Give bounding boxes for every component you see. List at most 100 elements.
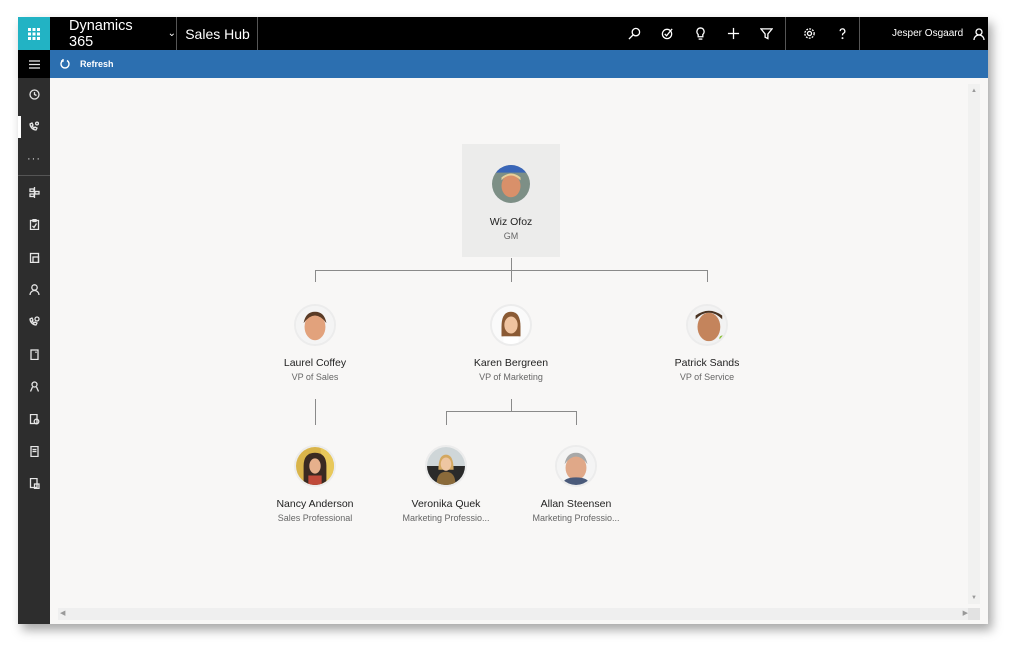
avatar: [294, 445, 336, 487]
connector-line: [446, 411, 447, 425]
sidebar-item-contacts[interactable]: [18, 273, 50, 305]
hub-name[interactable]: Sales Hub: [178, 17, 258, 50]
scroll-down-arrow-icon[interactable]: ▼: [970, 594, 978, 602]
task-icon: [661, 28, 673, 40]
connector-line: [511, 270, 512, 282]
hamburger-icon: [28, 59, 40, 69]
contacts-icon: [28, 284, 40, 296]
sidebar-item-invoices[interactable]: [18, 468, 50, 500]
sidebar-item-accounts[interactable]: [18, 241, 50, 273]
pinned-contacts-icon: [28, 121, 39, 131]
search-icon: [628, 27, 641, 40]
scroll-up-arrow-icon[interactable]: ▲: [970, 87, 978, 95]
org-node[interactable]: Karen Bergreen VP of Marketing: [441, 304, 581, 382]
person-title: Sales Professional: [277, 513, 353, 523]
app-switcher[interactable]: Dynamics 365 ⌄: [50, 17, 177, 50]
sidebar-item-quotes[interactable]: [18, 403, 50, 435]
person-name: Allan Steensen: [540, 498, 612, 510]
scrollbar-corner: [968, 608, 980, 620]
avatar: [686, 304, 728, 346]
scroll-left-arrow-icon[interactable]: ◀: [60, 609, 65, 617]
org-node[interactable]: Allan Steensen Marketing Professio...: [506, 445, 646, 523]
person-name: Nancy Anderson: [276, 498, 354, 510]
person-name: Laurel Coffey: [283, 357, 347, 369]
person-name: Veronika Quek: [411, 498, 481, 510]
app-window: Dynamics 365 ⌄ Sales Hub Jesper Osgaard …: [18, 17, 988, 624]
refresh-label: Refresh: [80, 59, 114, 69]
help-button[interactable]: [826, 17, 859, 50]
org-node[interactable]: Nancy Anderson Sales Professional: [245, 445, 385, 523]
lightbulb-button[interactable]: [684, 17, 717, 50]
avatar: [555, 445, 597, 487]
sidebar-item-competitors[interactable]: [18, 371, 50, 403]
chevron-down-icon: ⌄: [167, 28, 176, 39]
person-name: Karen Bergreen: [473, 357, 549, 369]
connector-line: [576, 411, 577, 425]
hamburger-menu-button[interactable]: [18, 50, 50, 78]
invoices-icon: [29, 478, 40, 490]
help-icon: [839, 28, 846, 40]
person-icon: [973, 27, 985, 40]
gear-icon: [804, 28, 815, 39]
org-chart-canvas: Wiz Ofoz GM Laurel Coffey VP of Sales Ka…: [50, 78, 988, 624]
toolbar-divider: [785, 17, 786, 50]
person-title: VP of Marketing: [479, 372, 543, 382]
person-title: Marketing Professio...: [532, 513, 620, 523]
person-name: Wiz Ofoz: [489, 216, 533, 228]
task-button[interactable]: [651, 17, 684, 50]
org-node[interactable]: Laurel Coffey VP of Sales: [245, 304, 385, 382]
person-title: VP of Sales: [291, 372, 339, 382]
filter-icon: [760, 28, 773, 40]
person-title: GM: [503, 231, 519, 241]
filter-button[interactable]: [750, 17, 783, 50]
new-button[interactable]: [717, 17, 750, 50]
sidebar-item-orders[interactable]: [18, 435, 50, 467]
sidebar-item-activities[interactable]: [18, 209, 50, 241]
sidebar-item-opportunities[interactable]: [18, 338, 50, 370]
accounts-icon: [29, 252, 39, 263]
orders-icon: [29, 445, 39, 457]
avatar: [490, 304, 532, 346]
avatar: [294, 304, 336, 346]
sidebar-item-dashboard[interactable]: [18, 176, 50, 208]
settings-button[interactable]: [793, 17, 826, 50]
avatar: [490, 163, 532, 205]
sidebar-item-pinned[interactable]: [18, 110, 50, 142]
org-node[interactable]: Patrick Sands VP of Service: [637, 304, 777, 382]
person-title: VP of Service: [679, 372, 735, 382]
lightbulb-icon: [696, 27, 705, 40]
opportunities-icon: [29, 349, 39, 360]
refresh-icon: [60, 59, 70, 69]
connector-line: [315, 399, 316, 425]
user-name: Jesper Osgaard: [892, 28, 964, 39]
person-name: Patrick Sands: [674, 357, 740, 369]
refresh-button[interactable]: Refresh: [50, 50, 120, 78]
org-node-root[interactable]: Wiz Ofoz GM: [441, 163, 581, 241]
top-nav-bar: Dynamics 365 ⌄ Sales Hub Jesper Osgaard: [18, 17, 988, 50]
competitors-icon: [29, 381, 39, 392]
search-button[interactable]: [618, 17, 651, 50]
connector-line: [707, 270, 708, 282]
user-menu[interactable]: Jesper Osgaard: [860, 17, 988, 50]
connector-line: [446, 411, 577, 412]
activities-icon: [29, 219, 39, 231]
command-bar: Refresh: [50, 50, 988, 78]
quotes-icon: [29, 413, 39, 425]
leads-icon: [28, 316, 40, 327]
vertical-scrollbar[interactable]: ▲ ▼: [968, 84, 980, 604]
recent-icon: [28, 89, 40, 100]
dashboard-icon: [28, 186, 40, 198]
app-launcher-button[interactable]: [18, 17, 50, 50]
more-icon: ···: [27, 152, 41, 165]
left-sidebar: ···: [18, 50, 50, 624]
sidebar-item-recent[interactable]: [18, 78, 50, 110]
app-name-label: Dynamics 365: [69, 17, 133, 50]
waffle-icon: [28, 27, 40, 40]
plus-icon: [727, 27, 740, 40]
avatar: [425, 445, 467, 487]
org-node[interactable]: Veronika Quek Marketing Professio...: [376, 445, 516, 523]
horizontal-scrollbar[interactable]: ◀ ▶: [58, 608, 970, 620]
sidebar-item-more[interactable]: ···: [18, 143, 50, 175]
person-title: Marketing Professio...: [402, 513, 490, 523]
sidebar-item-leads[interactable]: [18, 306, 50, 338]
